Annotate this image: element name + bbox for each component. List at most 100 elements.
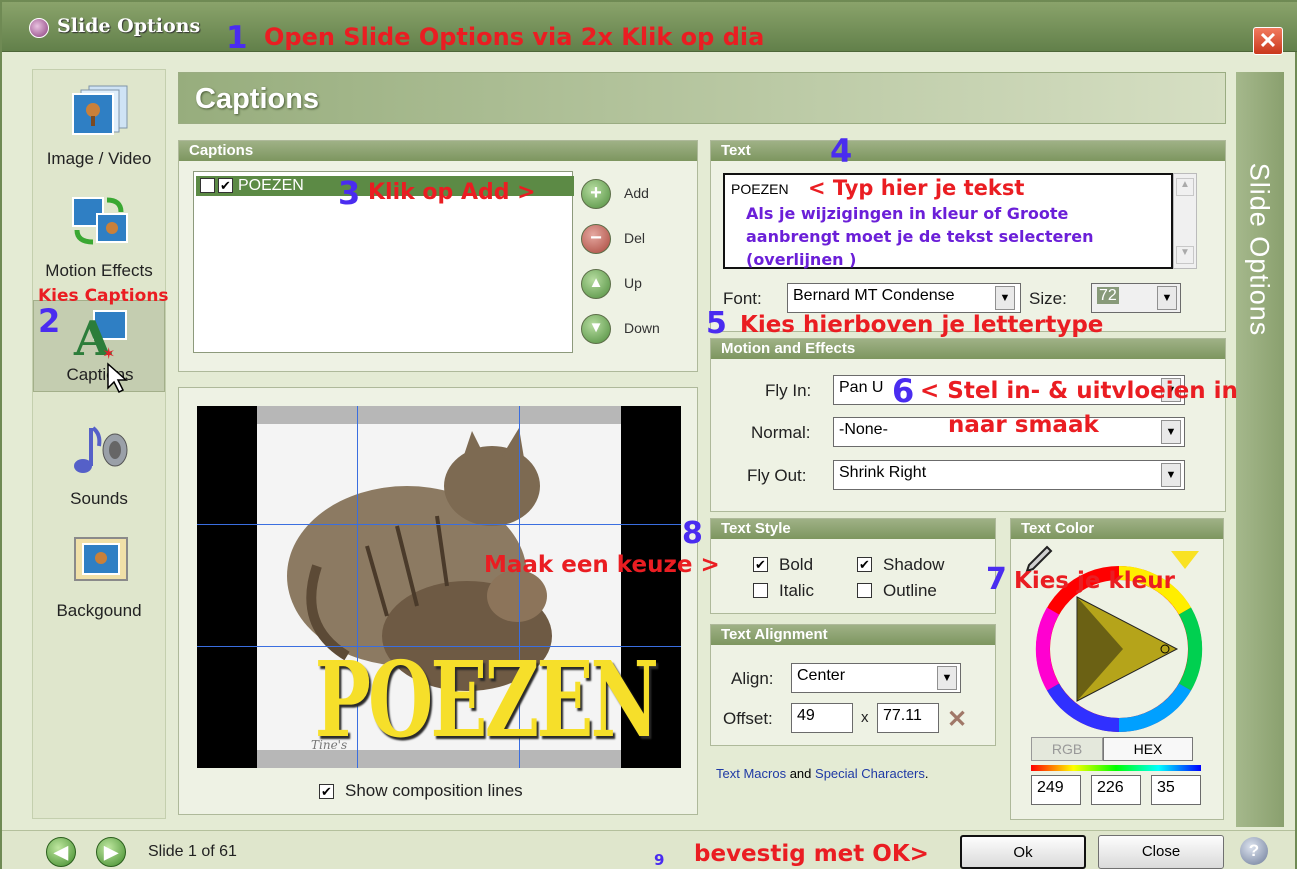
annotation-3: Klik op Add > — [368, 180, 536, 205]
move-down-button[interactable]: ▼ Down — [581, 314, 660, 344]
caption-item-label: POEZEN — [238, 177, 304, 194]
red-input[interactable]: 249 — [1031, 775, 1081, 805]
annotation-8: Maak een keuze > — [484, 552, 720, 578]
caption-item-checkbox[interactable]: ✔ — [218, 178, 233, 193]
move-up-button[interactable]: ▲ Up — [581, 269, 642, 299]
normal-dropdown-icon[interactable]: ▼ — [1161, 420, 1181, 444]
outline-checkbox[interactable] — [857, 583, 872, 598]
nav-label-background: Backgound — [56, 601, 142, 620]
arrow-up-icon: ▲ — [581, 269, 611, 299]
slide-preview[interactable]: POEZEN Tine's — [197, 406, 681, 768]
red-value: 249 — [1037, 779, 1064, 796]
svg-text:✶: ✶ — [102, 346, 115, 361]
page-header: Captions — [178, 72, 1226, 124]
captions-section-title: Captions — [179, 141, 697, 161]
outline-label: Outline — [883, 581, 937, 600]
add-icon: + — [581, 179, 611, 209]
font-dropdown-icon[interactable]: ▼ — [995, 286, 1015, 310]
italic-checkbox[interactable] — [753, 583, 768, 598]
font-value: Bernard MT Condense — [793, 287, 955, 304]
caption-text-value: POEZEN — [731, 181, 789, 197]
annotation-4-note: Als je wijzigingen in kleur of Groote aa… — [746, 204, 1094, 269]
scroll-down-icon[interactable]: ▼ — [1176, 246, 1194, 264]
composition-line-h1 — [197, 524, 681, 525]
up-label: Up — [624, 275, 642, 291]
show-lines-checkbox[interactable]: ✔ — [319, 784, 334, 799]
delete-caption-button[interactable]: − Del — [581, 224, 645, 254]
fly-out-select[interactable]: Shrink Right — [833, 460, 1185, 490]
align-select[interactable]: Center — [791, 663, 961, 693]
nav-item-sounds[interactable]: Sounds — [33, 410, 165, 515]
annotation-number-3: 3 — [338, 174, 361, 212]
annotation-1: Open Slide Options via 2x Klik op dia — [264, 23, 765, 51]
fly-out-label: Fly Out: — [747, 466, 807, 485]
close-button[interactable]: Close — [1098, 835, 1224, 869]
delete-icon: − — [581, 224, 611, 254]
vertical-title-bar: Slide Options — [1236, 72, 1284, 827]
macros-line: Text Macros and Special Characters. — [716, 766, 928, 781]
annotation-6: < Stel in- & uitvloeien in — [920, 378, 1238, 404]
fly-in-value: Pan U — [839, 379, 884, 396]
blue-input[interactable]: 35 — [1151, 775, 1201, 805]
annotation-4: < Typ hier je tekst — [808, 176, 1025, 200]
preview-section: POEZEN Tine's ✔ Show composition lines — [178, 387, 698, 815]
size-value: 72 — [1097, 287, 1119, 304]
ok-button[interactable]: Ok — [960, 835, 1086, 869]
align-dropdown-icon[interactable]: ▼ — [937, 666, 957, 690]
text-macros-link[interactable]: Text Macros — [716, 766, 786, 781]
size-label: Size: — [1029, 289, 1067, 308]
captions-section: Captions ✔ POEZEN + Add − Del ▲ Up ▼ Dow… — [178, 140, 698, 372]
slide-counter: Slide 1 of 61 — [148, 843, 237, 860]
special-characters-link[interactable]: Special Characters — [815, 766, 925, 781]
background-icon — [74, 537, 128, 581]
green-value: 226 — [1097, 779, 1124, 796]
nav-label-motion-effects: Motion Effects — [45, 261, 153, 280]
blue-value: 35 — [1157, 779, 1175, 796]
annotation-number-7: 7 — [986, 562, 1007, 597]
green-input[interactable]: 226 — [1091, 775, 1141, 805]
nav-label-image-video: Image / Video — [46, 149, 152, 168]
app-icon — [29, 18, 49, 38]
nav-item-motion-effects[interactable]: Motion Effects — [33, 182, 165, 287]
offset-x-input[interactable]: 49 — [791, 703, 853, 733]
annotation-number-1: 1 — [226, 20, 248, 56]
annotation-number-8: 8 — [682, 516, 703, 551]
annotation-number-6: 6 — [892, 372, 915, 410]
arrow-down-icon: ▼ — [581, 314, 611, 344]
offset-label: Offset: — [723, 709, 773, 728]
sounds-icon — [74, 426, 128, 473]
offset-y-value: 77.11 — [883, 707, 922, 724]
bold-checkbox[interactable]: ✔ — [753, 557, 768, 572]
caption-item-checkbox-empty[interactable] — [200, 178, 215, 193]
nav-item-image-video[interactable]: Image / Video — [33, 70, 165, 175]
annotation-number-2: 2 — [38, 302, 61, 340]
size-dropdown-icon[interactable]: ▼ — [1157, 286, 1177, 310]
add-caption-button[interactable]: + Add — [581, 179, 649, 209]
next-slide-icon[interactable]: ▶ — [96, 837, 126, 867]
macros-dot: . — [924, 766, 929, 781]
close-icon[interactable]: ✕ — [1253, 27, 1283, 55]
font-select[interactable]: Bernard MT Condense — [787, 283, 1021, 313]
bold-label: Bold — [779, 555, 814, 574]
rgb-tab[interactable]: RGB — [1031, 737, 1103, 761]
annotation-5: Kies hierboven je lettertype — [740, 312, 1104, 338]
annotation-number-5: 5 — [706, 306, 727, 341]
text-scrollbar[interactable]: ▲ ▼ — [1173, 173, 1197, 269]
previous-slide-icon[interactable]: ◀ — [46, 837, 76, 867]
offset-x-value: 49 — [797, 707, 815, 724]
fly-out-dropdown-icon[interactable]: ▼ — [1161, 463, 1181, 487]
title-bar[interactable]: Slide Options 1 Open Slide Options via 2… — [2, 2, 1297, 56]
annotation-number-9: 9 — [654, 851, 665, 869]
reset-offset-icon[interactable]: ✕ — [947, 705, 967, 734]
normal-value: -None- — [839, 421, 888, 438]
hex-tab[interactable]: HEX — [1103, 737, 1193, 761]
nav-item-background[interactable]: Backgound — [33, 522, 165, 627]
shadow-checkbox[interactable]: ✔ — [857, 557, 872, 572]
motion-section-title: Motion and Effects — [711, 339, 1225, 359]
help-icon[interactable]: ? — [1240, 837, 1268, 865]
captions-icon: A ✶ — [73, 310, 127, 361]
offset-y-input[interactable]: 77.11 — [877, 703, 939, 733]
window-title: Slide Options — [57, 15, 201, 37]
slide-options-window: Slide Options 1 Open Slide Options via 2… — [0, 0, 1297, 869]
scroll-up-icon[interactable]: ▲ — [1176, 178, 1194, 196]
